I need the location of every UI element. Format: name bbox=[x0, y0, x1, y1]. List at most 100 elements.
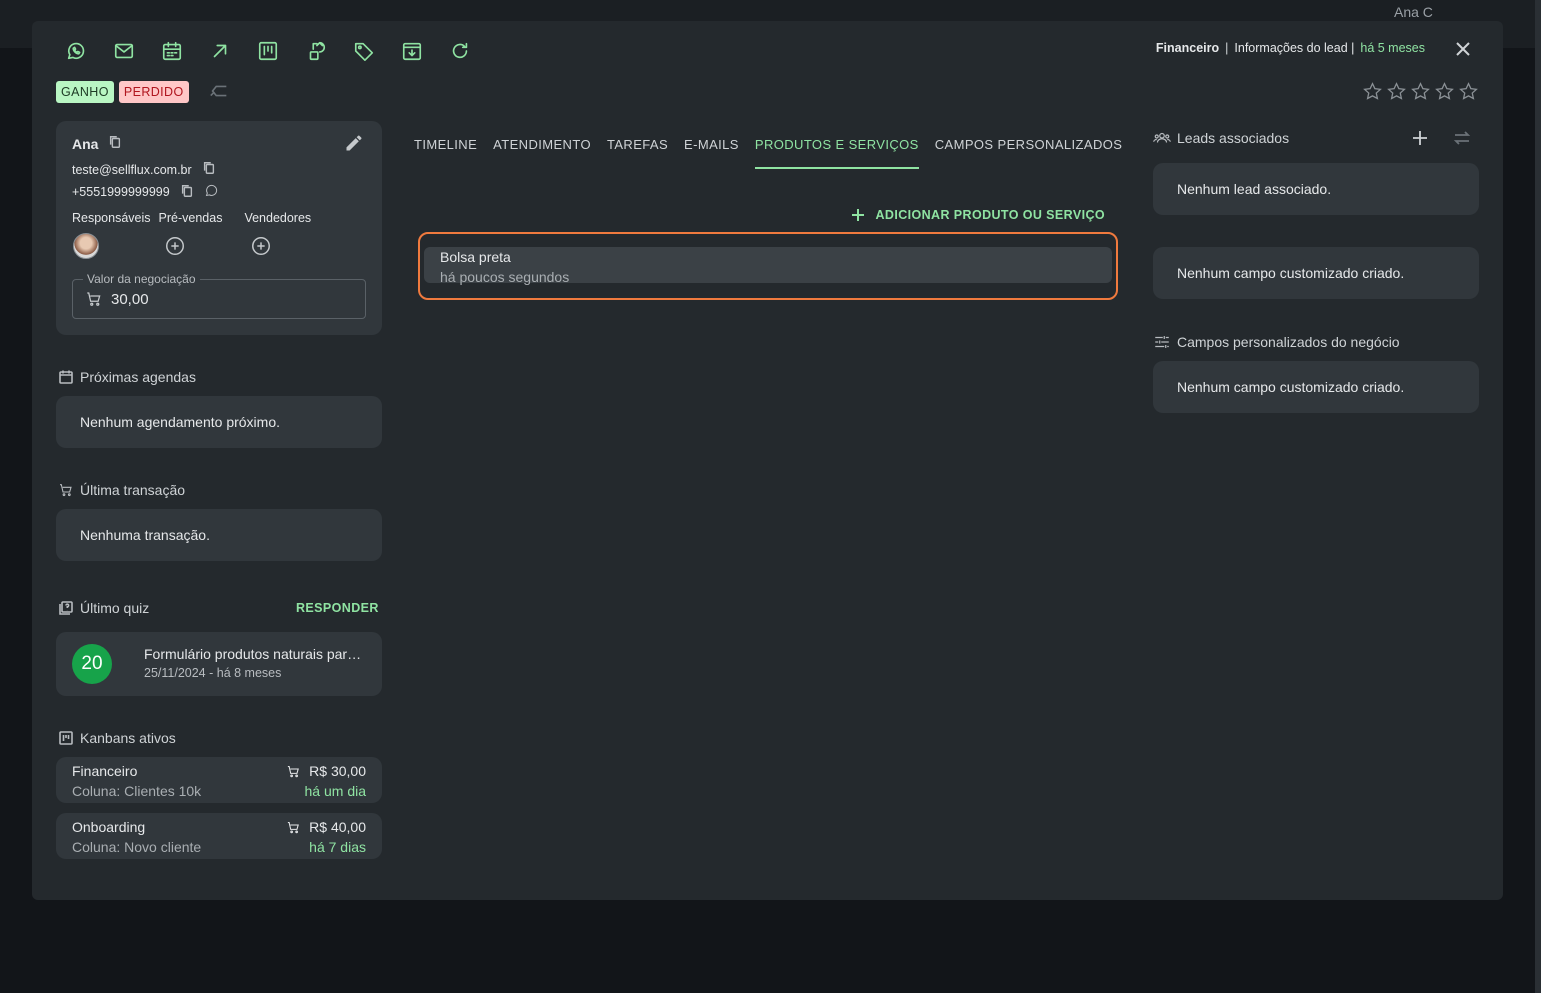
star-icon bbox=[1363, 82, 1382, 100]
tab-campos-personalizados[interactable]: CAMPOS PERSONALIZADOS bbox=[935, 137, 1123, 169]
quiz-title: Último quiz bbox=[80, 600, 150, 616]
negotiation-label: Valor da negociação bbox=[83, 272, 200, 286]
page-scrollbar[interactable] bbox=[1535, 0, 1541, 993]
tag-icon bbox=[354, 42, 374, 61]
header-kanban-name: Financeiro bbox=[1155, 41, 1220, 55]
associated-leads-title-row: Leads associados bbox=[1153, 129, 1289, 147]
transaction-card: Nenhuma transação. bbox=[56, 509, 382, 561]
lead-phone-row: +5551999999999 bbox=[72, 183, 219, 201]
add-associated-lead-button[interactable] bbox=[1410, 128, 1430, 153]
tab-produtos-servicos[interactable]: PRODUTOS E SERVIÇOS bbox=[754, 137, 919, 169]
business-fields-card: Nenhum campo customizado criado. bbox=[1153, 361, 1479, 413]
copy-name-button[interactable] bbox=[108, 135, 122, 152]
header-time: há 5 meses bbox=[1360, 41, 1425, 55]
email-button[interactable] bbox=[100, 35, 148, 67]
lead-name-row: Ana bbox=[72, 135, 122, 152]
group-icon bbox=[1153, 132, 1171, 143]
whatsapp-button[interactable] bbox=[52, 35, 100, 67]
add-circle-icon bbox=[252, 237, 270, 255]
copy-email-button[interactable] bbox=[202, 161, 216, 178]
transaction-title: Última transação bbox=[80, 482, 186, 498]
product-time: há poucos segundos bbox=[440, 269, 570, 285]
kanban-name: Financeiro bbox=[72, 763, 138, 779]
lead-header-info: Financeiro | Informações do lead | há 5 mes… bbox=[1156, 41, 1425, 55]
product-item[interactable]: Bolsa preta há poucos segundos bbox=[424, 247, 1112, 285]
archive-button[interactable] bbox=[388, 35, 436, 67]
kanbans-title-row: Kanbans ativos bbox=[58, 730, 176, 746]
lead-email: teste@sellflux.com.br bbox=[72, 162, 192, 177]
tab-timeline[interactable]: TIMELINE bbox=[414, 137, 477, 169]
kanban-icon bbox=[258, 41, 278, 61]
swap-leads-button[interactable] bbox=[1452, 128, 1472, 153]
edit-lead-button[interactable] bbox=[344, 133, 364, 158]
phone-whatsapp-button[interactable] bbox=[204, 183, 219, 201]
star-2[interactable] bbox=[1386, 81, 1407, 107]
copy-icon bbox=[203, 162, 214, 174]
transaction-title-row: Última transação bbox=[58, 482, 185, 498]
background-user-name: Ana C bbox=[1394, 4, 1433, 20]
agendas-card: Nenhum agendamento próximo. bbox=[56, 396, 382, 448]
refresh-button[interactable] bbox=[436, 35, 484, 67]
role-pre-vendas: Pré-vendas bbox=[158, 211, 223, 225]
quiz-date: 25/11/2024 - há 8 meses bbox=[144, 666, 282, 680]
star-1[interactable] bbox=[1362, 81, 1383, 107]
undo-label-icon bbox=[209, 85, 226, 97]
tag-button[interactable] bbox=[340, 35, 388, 67]
lead-phone: +5551999999999 bbox=[72, 185, 170, 199]
star-4[interactable] bbox=[1434, 81, 1455, 107]
tab-atendimento[interactable]: ATENDIMENTO bbox=[493, 137, 591, 169]
star-icon bbox=[1411, 82, 1430, 100]
kanban-item[interactable]: Financeiro Coluna: Clientes 10k R$ 30,00… bbox=[56, 757, 382, 803]
open-lead-button[interactable] bbox=[196, 35, 244, 67]
lead-email-row: teste@sellflux.com.br bbox=[72, 161, 216, 178]
plus-icon bbox=[1413, 131, 1427, 145]
kanban-price-row: R$ 30,00 bbox=[286, 763, 366, 779]
kanban-name: Onboarding bbox=[72, 819, 146, 835]
close-button[interactable] bbox=[1453, 39, 1473, 59]
kanban-button[interactable] bbox=[244, 35, 292, 67]
role-responsaveis: Responsáveis bbox=[72, 211, 151, 225]
kanban-item[interactable]: Onboarding Coluna: Novo cliente R$ 40,00… bbox=[56, 813, 382, 859]
tab-emails[interactable]: E-MAILS bbox=[684, 137, 739, 169]
star-5[interactable] bbox=[1458, 81, 1479, 107]
tab-tarefas[interactable]: TAREFAS bbox=[607, 137, 668, 169]
kanban-price-row: R$ 40,00 bbox=[286, 819, 366, 835]
negotiation-value-field[interactable]: Valor da negociação 30,00 bbox=[72, 272, 366, 319]
won-button[interactable]: GANHO bbox=[56, 81, 114, 103]
star-3[interactable] bbox=[1410, 81, 1431, 107]
add-vendedor-button[interactable] bbox=[250, 235, 272, 257]
custom-fields-empty: Nenhum campo customizado criado. bbox=[1177, 265, 1405, 281]
role-vendedores: Vendedores bbox=[244, 211, 312, 225]
lead-info-card: Ana teste@sellflux.com.br +5551999999999… bbox=[56, 121, 382, 335]
cart-icon bbox=[288, 765, 300, 777]
custom-fields-card: Nenhum campo customizado criado. bbox=[1153, 247, 1479, 299]
kanbans-title: Kanbans ativos bbox=[80, 730, 176, 746]
kanban-column: Coluna: Clientes 10k bbox=[72, 783, 202, 799]
rating-stars bbox=[1362, 81, 1479, 107]
quiz-icon bbox=[59, 601, 73, 615]
transfer-button[interactable] bbox=[292, 35, 340, 67]
product-name: Bolsa preta bbox=[440, 249, 511, 265]
swap-icon bbox=[1453, 131, 1471, 145]
archive-icon bbox=[402, 42, 422, 61]
star-icon bbox=[1435, 82, 1454, 100]
quiz-card[interactable]: 20 Formulário produtos naturais para ema… bbox=[56, 632, 382, 696]
agendas-empty: Nenhum agendamento próximo. bbox=[80, 414, 281, 430]
quiz-responder-button[interactable]: RESPONDER bbox=[296, 601, 379, 615]
add-product-button[interactable]: ADICIONAR PRODUTO OU SERVIÇO bbox=[851, 208, 1105, 222]
cart-icon bbox=[60, 484, 72, 497]
schedule-button[interactable] bbox=[148, 35, 196, 67]
reopen-button[interactable] bbox=[208, 80, 232, 104]
transaction-empty: Nenhuma transação. bbox=[80, 527, 210, 543]
lost-button[interactable]: PERDIDO bbox=[118, 81, 189, 103]
add-pre-vendas-button[interactable] bbox=[164, 235, 186, 257]
cart-icon bbox=[288, 821, 300, 833]
status-badges: GANHO PERDIDO bbox=[56, 80, 232, 104]
quiz-score: 20 bbox=[72, 644, 112, 684]
star-icon bbox=[1459, 82, 1478, 100]
associated-leads-card: Nenhum lead associado. bbox=[1153, 163, 1479, 215]
kanban-icon bbox=[59, 731, 73, 745]
responsavel-avatar[interactable] bbox=[73, 233, 99, 259]
copy-phone-button[interactable] bbox=[180, 184, 194, 201]
lead-name: Ana bbox=[72, 135, 99, 152]
